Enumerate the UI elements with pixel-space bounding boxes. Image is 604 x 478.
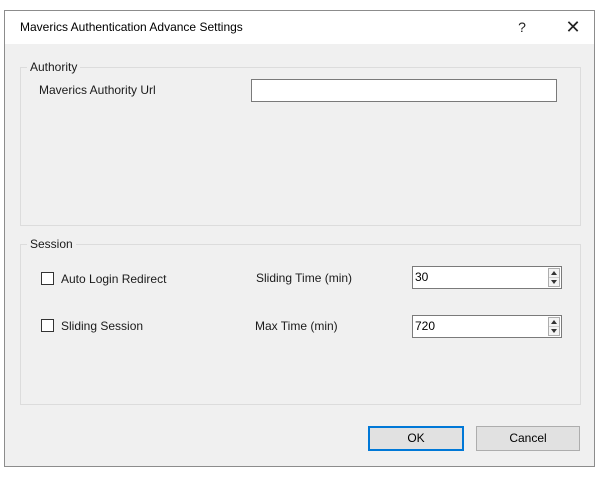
session-group-label: Session <box>27 237 76 251</box>
auto-login-redirect-label[interactable]: Auto Login Redirect <box>61 272 166 286</box>
window-title: Maverics Authentication Advance Settings <box>20 20 243 34</box>
authority-url-input[interactable] <box>251 79 557 102</box>
arrow-down-icon <box>551 328 557 333</box>
cancel-button[interactable]: Cancel <box>476 426 580 451</box>
settings-dialog: Maverics Authentication Advance Settings… <box>4 10 595 467</box>
sliding-time-label: Sliding Time (min) <box>256 271 353 285</box>
sliding-time-spin-buttons <box>548 268 560 287</box>
authority-group-label: Authority <box>27 60 81 74</box>
sliding-time-decrement-button[interactable] <box>549 278 559 287</box>
sliding-session-label[interactable]: Sliding Session <box>61 319 143 333</box>
max-time-value: 720 <box>415 319 436 333</box>
close-icon: ✕ <box>565 17 581 37</box>
sliding-time-stepper[interactable]: 30 <box>412 266 562 289</box>
sliding-time-value: 30 <box>415 270 429 284</box>
ok-button[interactable]: OK <box>368 426 464 451</box>
auto-login-redirect-checkbox[interactable] <box>41 272 54 285</box>
authority-url-label: Maverics Authority Url <box>39 83 156 97</box>
arrow-up-icon <box>551 320 557 324</box>
sliding-time-increment-button[interactable] <box>549 269 559 278</box>
close-button[interactable]: ✕ <box>553 11 593 44</box>
sliding-session-checkbox[interactable] <box>41 319 54 332</box>
max-time-label: Max Time (min) <box>255 319 338 333</box>
authority-group: Authority Maverics Authority Url <box>20 60 581 226</box>
max-time-decrement-button[interactable] <box>549 327 559 336</box>
max-time-spin-buttons <box>548 317 560 336</box>
max-time-increment-button[interactable] <box>549 318 559 327</box>
arrow-down-icon <box>551 279 557 284</box>
max-time-stepper[interactable]: 720 <box>412 315 562 338</box>
title-bar: Maverics Authentication Advance Settings… <box>5 11 594 44</box>
help-icon: ? <box>518 19 526 35</box>
session-group: Session Auto Login Redirect Sliding Sess… <box>20 237 581 405</box>
help-button[interactable]: ? <box>505 11 539 44</box>
arrow-up-icon <box>551 271 557 275</box>
